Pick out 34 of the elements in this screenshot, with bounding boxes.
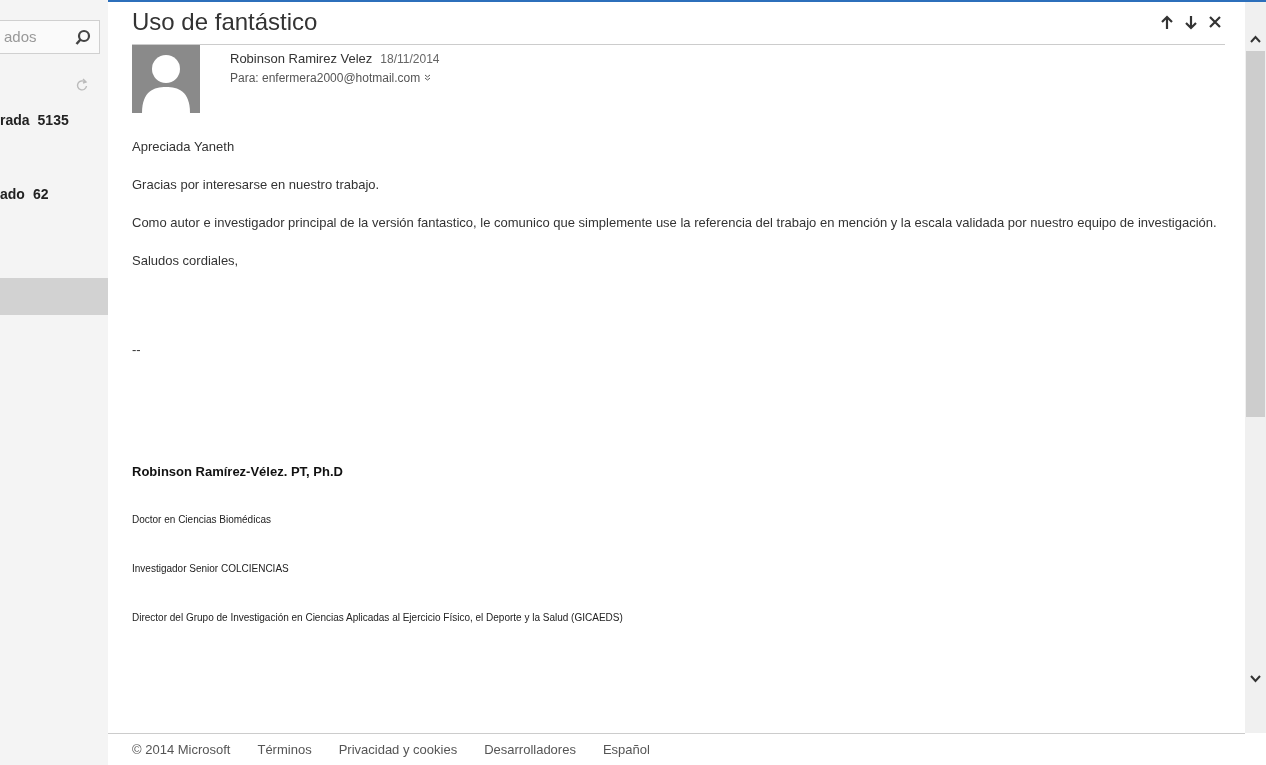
close-icon[interactable] [1209, 16, 1221, 28]
footer-link[interactable]: Desarrolladores [484, 739, 576, 760]
body-paragraph: Apreciada Yaneth [132, 138, 236, 156]
signature-line: Investigador Senior COLCIENCIAS [132, 561, 290, 576]
search-text: ados [4, 26, 37, 47]
search-icon[interactable] [75, 28, 91, 46]
scroll-down-icon[interactable] [1250, 675, 1261, 683]
signature-line: Director del Grupo de Investigación en Ciencias Aplicadas al Ejercicio Físico, el Deporte y la Salud (GICAEDS) [132, 610, 624, 625]
message-date: 18/11/2014 [380, 51, 440, 68]
footer-link[interactable]: Español [602, 739, 650, 760]
avatar-silhouette [132, 45, 200, 113]
folder-item[interactable]: rada 5135 [0, 108, 108, 132]
folder-name: rada [0, 110, 30, 130]
footer-link[interactable]: Términos [257, 739, 312, 760]
copyright-text: © 2014 Microsoft [132, 740, 231, 759]
up-arrow-icon[interactable] [1161, 14, 1173, 30]
sender-name: Robinson Ramirez Velez [230, 50, 373, 68]
body-paragraph: Saludos cordiales, [132, 252, 240, 270]
scrollbar-thumb[interactable] [1246, 51, 1265, 417]
unread-count: 62 [32, 184, 49, 204]
folder-item[interactable]: ado 62 [0, 182, 108, 206]
down-arrow-icon[interactable] [1185, 14, 1197, 30]
signature-separator: -- [132, 341, 142, 359]
body-paragraph: Gracias por interesarse en nuestro trabajo. [132, 176, 381, 194]
body-paragraph: Como autor e investigador principal de la versión fantastico, le comunico que simplemente use la referencia del trabajo en mención y la escala validada por nuestro equipo de investigación. [132, 214, 1218, 232]
message-subject: Uso de fantástico [132, 7, 318, 37]
unread-count: 5135 [37, 110, 69, 130]
footer-link[interactable]: Privacidad y cookies [338, 739, 458, 760]
recipient-line: Para: enfermera2000@hotmail.com [230, 69, 421, 87]
scroll-up-icon[interactable] [1250, 35, 1261, 43]
expand-chevron-icon[interactable] [424, 74, 432, 81]
folder-name: ado [0, 184, 25, 204]
signature-name: Robinson Ramírez-Vélez. PT, Ph.D [132, 463, 344, 481]
signature-line: Doctor en Ciencias Biomédicas [132, 512, 272, 527]
